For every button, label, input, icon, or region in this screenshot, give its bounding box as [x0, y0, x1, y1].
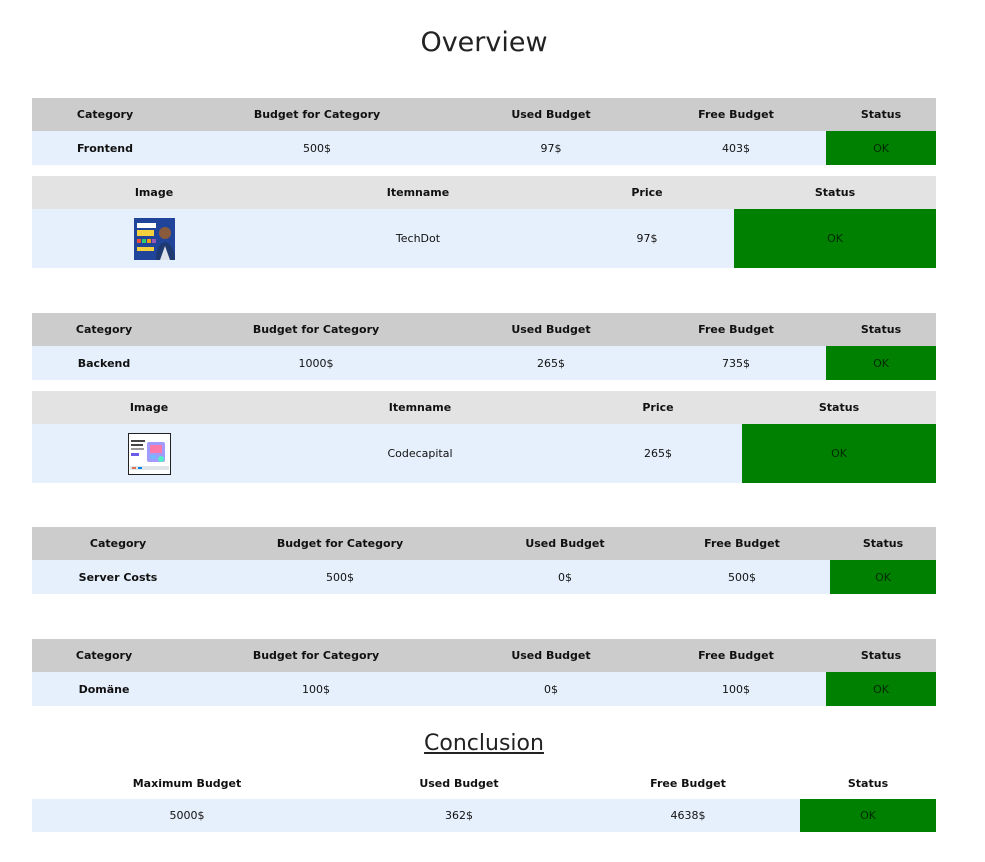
- header-budget: Budget for Category: [253, 108, 381, 121]
- header-category: Category: [89, 537, 147, 550]
- header-image: Image: [129, 401, 169, 414]
- header-price: Price: [631, 186, 663, 199]
- header-free-budget: Free Budget: [698, 108, 774, 121]
- header-item-status: Status: [818, 401, 860, 414]
- category-free-budget: 403$: [722, 141, 750, 155]
- header-used-budget: Used Budget: [511, 649, 591, 662]
- category-free-budget: 100$: [722, 682, 750, 696]
- category-budget: 500$: [326, 570, 354, 584]
- status-badge: OK: [826, 672, 936, 706]
- category-name: Server Costs: [78, 570, 158, 584]
- header-category: Category: [75, 323, 133, 336]
- header-image: Image: [134, 186, 174, 199]
- item-row: Codecapital 265$ OK: [32, 424, 936, 483]
- item-row: TechDot 97$ OK: [32, 209, 936, 268]
- category-name: Backend: [77, 356, 131, 370]
- category-header-row: Category Budget for Category Used Budget…: [32, 98, 936, 131]
- maximum-budget-value: 5000$: [169, 809, 205, 822]
- header-category: Category: [75, 649, 133, 662]
- header-status: Status: [860, 323, 902, 336]
- header-used-budget: Used Budget: [419, 776, 499, 790]
- conclusion-title: Conclusion: [424, 731, 544, 756]
- category-row: Backend 1000$ 265$ 735$ OK: [32, 346, 936, 380]
- website-development-thumbnail-icon: [133, 217, 175, 260]
- header-status: Status: [847, 776, 889, 790]
- item-table-frontend: Image Itemname Price Status TechDot 97$ …: [32, 176, 936, 268]
- item-price: 97$: [636, 232, 658, 245]
- item-status-badge: OK: [742, 424, 936, 483]
- codecapital-thumbnail-icon: [127, 432, 171, 475]
- header-free-budget: Free Budget: [650, 776, 726, 790]
- free-budget-value: 4638$: [670, 809, 706, 822]
- conclusion-header-row: Maximum Budget Used Budget Free Budget S…: [32, 767, 936, 799]
- category-table-frontend: Category Budget for Category Used Budget…: [32, 98, 936, 165]
- item-name: Codecapital: [387, 447, 453, 460]
- item-header-row: Image Itemname Price Status: [32, 391, 936, 424]
- category-header-row: Category Budget for Category Used Budget…: [32, 527, 936, 560]
- budget-overview-page: Overview Category Budget for Category Us…: [0, 0, 985, 862]
- item-status-badge: OK: [734, 209, 936, 268]
- status-badge: OK: [830, 560, 936, 594]
- header-budget: Budget for Category: [252, 323, 380, 336]
- header-price: Price: [642, 401, 674, 414]
- header-itemname: Itemname: [388, 401, 452, 414]
- item-table-backend: Image Itemname Price Status Codecapital …: [32, 391, 936, 483]
- header-item-status: Status: [814, 186, 856, 199]
- category-used-budget: 0$: [558, 570, 572, 584]
- header-category: Category: [76, 108, 134, 121]
- status-badge: OK: [826, 346, 936, 380]
- category-free-budget: 500$: [728, 570, 756, 584]
- header-budget: Budget for Category: [252, 649, 380, 662]
- category-header-row: Category Budget for Category Used Budget…: [32, 639, 936, 672]
- category-table-server-costs: Category Budget for Category Used Budget…: [32, 527, 936, 594]
- header-budget: Budget for Category: [276, 537, 404, 550]
- used-budget-value: 362$: [445, 809, 473, 822]
- header-free-budget: Free Budget: [698, 323, 774, 336]
- header-status: Status: [860, 108, 902, 121]
- item-image-cell: [32, 209, 276, 268]
- status-badge: OK: [800, 799, 936, 832]
- header-free-budget: Free Budget: [704, 537, 780, 550]
- category-budget: 500$: [303, 141, 331, 155]
- category-free-budget: 735$: [722, 356, 750, 370]
- conclusion-row: 5000$ 362$ 4638$ OK: [32, 799, 936, 832]
- category-row: Server Costs 500$ 0$ 500$ OK: [32, 560, 936, 594]
- page-title: Overview: [420, 27, 548, 58]
- header-free-budget: Free Budget: [698, 649, 774, 662]
- status-badge: OK: [826, 131, 936, 165]
- category-row: Domäne 100$ 0$ 100$ OK: [32, 672, 936, 706]
- header-status: Status: [862, 537, 904, 550]
- category-used-budget: 265$: [537, 356, 565, 370]
- header-used-budget: Used Budget: [511, 323, 591, 336]
- header-used-budget: Used Budget: [525, 537, 605, 550]
- category-table-backend: Category Budget for Category Used Budget…: [32, 313, 936, 380]
- item-image-cell: [32, 424, 266, 483]
- header-itemname: Itemname: [386, 186, 450, 199]
- category-header-row: Category Budget for Category Used Budget…: [32, 313, 936, 346]
- conclusion-table: Maximum Budget Used Budget Free Budget S…: [32, 767, 936, 832]
- category-table-domaene: Category Budget for Category Used Budget…: [32, 639, 936, 706]
- item-price: 265$: [644, 447, 672, 460]
- category-used-budget: 97$: [540, 141, 562, 155]
- header-status: Status: [860, 649, 902, 662]
- category-name: Frontend: [76, 141, 134, 155]
- category-name: Domäne: [78, 682, 130, 696]
- category-used-budget: 0$: [544, 682, 558, 696]
- item-name: TechDot: [395, 232, 441, 245]
- header-used-budget: Used Budget: [511, 108, 591, 121]
- header-maximum-budget: Maximum Budget: [132, 776, 242, 790]
- category-budget: 100$: [302, 682, 330, 696]
- item-header-row: Image Itemname Price Status: [32, 176, 936, 209]
- category-row: Frontend 500$ 97$ 403$ OK: [32, 131, 936, 165]
- category-budget: 1000$: [298, 356, 334, 370]
